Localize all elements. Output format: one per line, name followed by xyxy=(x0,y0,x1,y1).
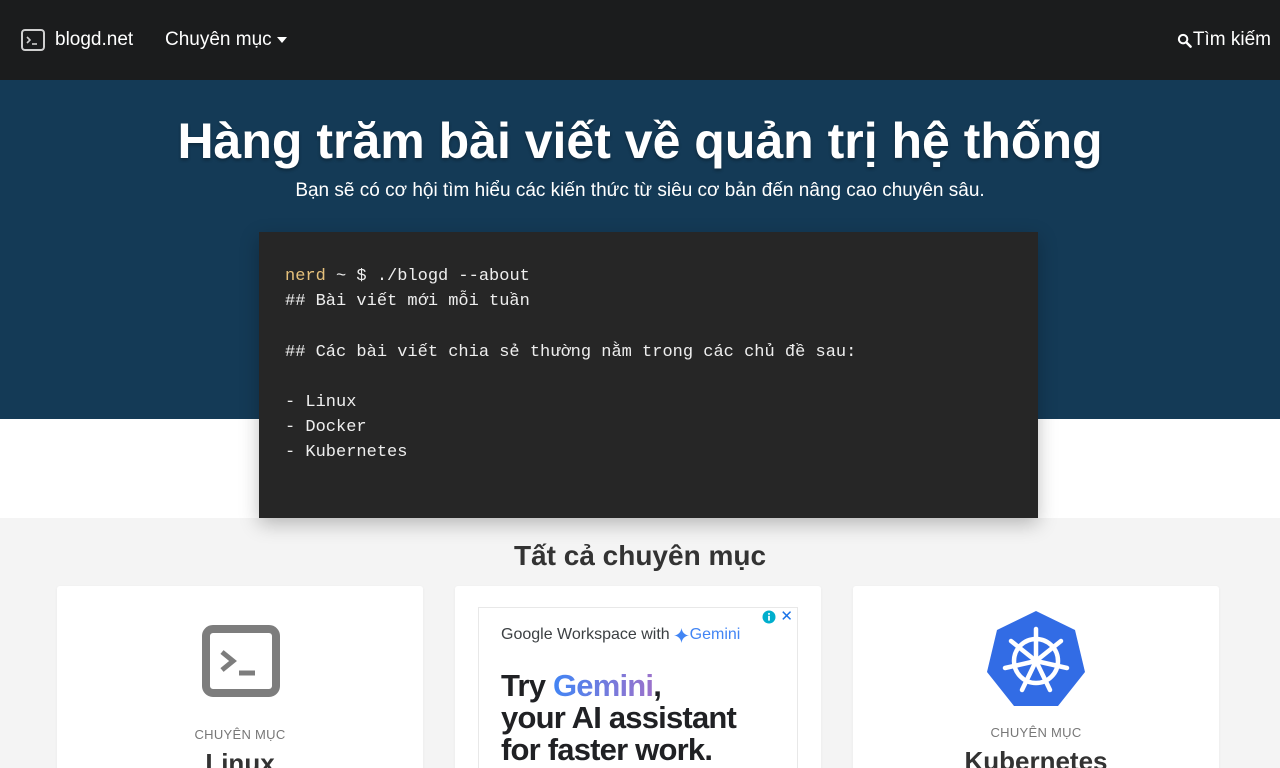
ad-header-prefix: Google Workspace with xyxy=(501,626,670,643)
category-kicker: CHUYÊN MỤC xyxy=(194,727,286,742)
terminal-line: - Linux xyxy=(285,392,357,412)
ad-controls: ✕ xyxy=(762,609,793,624)
terminal-icon xyxy=(21,29,45,51)
categories-dropdown-label: Chuyên mục xyxy=(165,29,272,50)
info-icon[interactable] xyxy=(762,610,776,624)
terminal-line: ## Bài viết mới mỗi tuần xyxy=(285,292,530,312)
search-icon xyxy=(1177,33,1192,48)
ad-headline-line-1: Try Gemini, xyxy=(501,668,662,703)
ad-card: Google Workspace with Gemini ✕ Try Gemin… xyxy=(455,586,821,768)
terminal-prompt-user: nerd xyxy=(285,267,326,286)
kubernetes-icon xyxy=(987,611,1085,706)
top-navbar: blogd.net Chuyên mục Tìm kiếm xyxy=(0,0,1280,80)
category-name: Linux xyxy=(205,748,275,768)
ad-headline-suffix: , xyxy=(653,668,662,703)
ad-headline-line-3: for faster work. xyxy=(501,732,713,767)
terminal-box: nerd ~ $ ./blogd --about ## Bài viết mới… xyxy=(259,232,1038,518)
ad-header-brand: Gemini xyxy=(689,626,741,643)
category-card-kubernetes[interactable]: CHUYÊN MỤC Kubernetes xyxy=(853,586,1219,768)
advertisement[interactable]: Google Workspace with Gemini ✕ Try Gemin… xyxy=(478,607,798,768)
ad-headline-line-2: your AI assistant xyxy=(501,700,737,735)
terminal-line: - Kubernetes xyxy=(285,443,408,463)
brand-link[interactable]: blogd.net xyxy=(21,28,133,52)
terminal-icon xyxy=(202,625,280,697)
categories-title: Tất cả chuyên mục xyxy=(513,540,767,571)
search-button[interactable]: Tìm kiếm xyxy=(1177,28,1271,52)
terminal-line: ## Các bài viết chia sẻ thường nằm trong… xyxy=(285,342,857,362)
hero-subtitle: Bạn sẽ có cơ hội tìm hiểu các kiến thức … xyxy=(295,180,985,201)
category-name: Kubernetes xyxy=(964,746,1108,768)
gemini-star-icon xyxy=(673,627,689,643)
terminal-command: ~ $ ./blogd --about xyxy=(325,267,530,286)
search-label: Tìm kiếm xyxy=(1192,29,1271,50)
ad-headline-prefix: Try xyxy=(501,668,553,703)
brand-name: blogd.net xyxy=(55,29,134,50)
terminal-line: - Docker xyxy=(285,418,367,438)
categories-dropdown[interactable]: Chuyên mục xyxy=(165,28,287,52)
hero-title: Hàng trăm bài viết về quản trị hệ thống xyxy=(177,113,1103,169)
terminal-command-line: nerd ~ $ ./blogd --about xyxy=(285,264,1012,289)
ad-header: Google Workspace with Gemini xyxy=(501,626,740,644)
caret-down-icon xyxy=(276,37,287,43)
category-kicker: CHUYÊN MỤC xyxy=(990,725,1082,740)
ad-headline-brand: Gemini xyxy=(552,668,654,703)
category-card-linux[interactable]: CHUYÊN MỤC Linux xyxy=(57,586,423,768)
close-icon[interactable]: ✕ xyxy=(780,609,793,624)
